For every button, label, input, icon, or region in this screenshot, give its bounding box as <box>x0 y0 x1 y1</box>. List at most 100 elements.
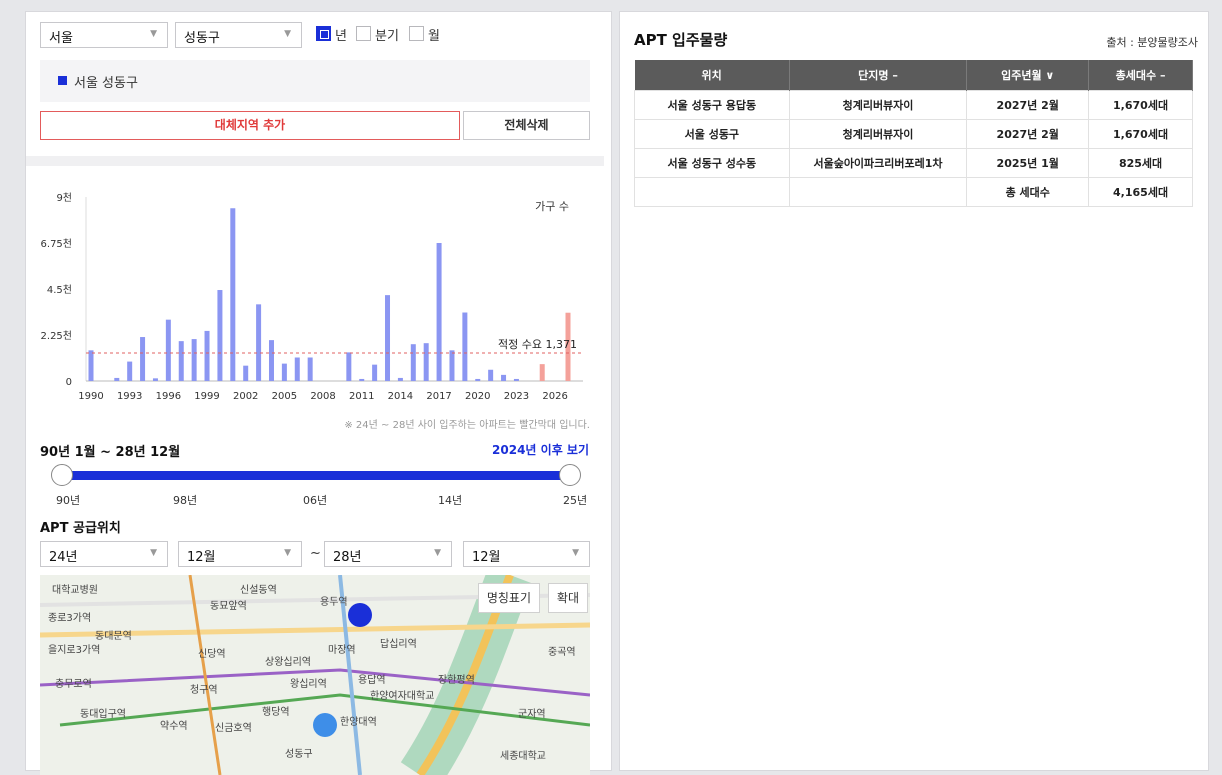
chart-bar <box>191 339 197 381</box>
x-tick-label: 2026 <box>542 391 567 402</box>
chart-bar <box>114 377 120 381</box>
col-location[interactable]: 위치 <box>634 60 790 90</box>
to-year-select[interactable]: 28년 ▼ <box>324 541 452 567</box>
map-label: 용두역 <box>320 597 348 608</box>
chevron-down-icon: ▼ <box>572 548 579 558</box>
from-year-select[interactable]: 24년 ▼ <box>40 541 168 567</box>
map-label: 동대문역 <box>95 631 132 642</box>
from-month-value: 12월 <box>187 550 216 565</box>
chart-bar <box>140 337 146 381</box>
from-month-select[interactable]: 12월 ▼ <box>178 541 302 567</box>
chart-bar <box>359 378 365 381</box>
map-label: 동대입구역 <box>80 709 126 720</box>
chart-bar <box>462 312 468 381</box>
chart-bar <box>152 378 158 381</box>
table-cell <box>634 176 790 207</box>
chart-bar <box>165 319 171 381</box>
map-label-toggle-button[interactable]: 명칭표기 <box>477 583 540 613</box>
add-region-button[interactable]: 대체지역 추가 <box>40 111 460 140</box>
city-select[interactable]: 서울 ▼ <box>40 22 168 48</box>
map-view[interactable]: 대학교병원 신설동역 용두역 종로3가역 동묘앞역 동대문역 답십리역 을지로3가역 신당역 상왕… <box>40 575 590 775</box>
y-tick-label: 0 <box>66 377 72 388</box>
chart-bar <box>488 369 494 381</box>
supply-location-title: APT 공급위치 <box>40 521 121 536</box>
range-slider-start-handle[interactable] <box>51 464 73 486</box>
x-tick-label: 2017 <box>426 391 451 402</box>
map-label: 행당역 <box>262 707 290 718</box>
range-slider-end-handle[interactable] <box>559 464 581 486</box>
table-row[interactable]: 서울 성동구 성수동 서울숲아이파크리버포레1차 2025년 1월 825세대 <box>634 147 1193 178</box>
chart-bar <box>256 304 262 381</box>
table-cell: 청계리버뷰자이 <box>788 118 968 149</box>
district-select[interactable]: 성동구 ▼ <box>175 22 302 48</box>
reference-line-label: 적정 수요 1,371 <box>498 338 577 351</box>
x-tick-label: 2002 <box>233 391 258 402</box>
x-tick-label: 2011 <box>349 391 374 402</box>
map-label: 신설동역 <box>240 585 277 596</box>
chart-legend: 가구 수 <box>535 200 569 213</box>
to-month-select[interactable]: 12월 ▼ <box>463 541 590 567</box>
map-zoom-button[interactable]: 확대 <box>547 583 588 613</box>
apt-table-body: 서울 성동구 용답동 청계리버뷰자이 2027년 2월 1,670세대 서울 성동구 청계… <box>634 89 1193 207</box>
delete-all-button[interactable]: 전체삭제 <box>463 111 590 140</box>
range-slider-track[interactable] <box>62 471 572 480</box>
table-cell: 청계리버뷰자이 <box>788 89 968 120</box>
period-quarter-checkbox[interactable] <box>356 26 371 41</box>
chart-bar <box>281 363 287 381</box>
x-tick-label: 2023 <box>504 391 529 402</box>
map-label: 약수역 <box>160 721 188 732</box>
region-color-square <box>58 76 67 85</box>
chart-bar <box>127 361 133 381</box>
chart-bar <box>449 350 455 381</box>
slider-label: 14년 <box>438 494 463 507</box>
map-label: 신금호역 <box>215 723 252 734</box>
total-label: 총 세대수 <box>966 176 1090 207</box>
map-label: 을지로3가역 <box>48 645 101 656</box>
map-label: 용답역 <box>358 675 386 686</box>
chevron-down-icon: ▼ <box>150 29 157 39</box>
x-tick-label: 2008 <box>310 391 335 402</box>
table-cell: 1,670세대 <box>1088 118 1193 149</box>
chart-bar <box>217 290 223 381</box>
period-month-checkbox[interactable] <box>409 26 424 41</box>
y-tick-label: 2.25천 <box>41 330 72 342</box>
map-label: 대학교병원 <box>52 585 98 596</box>
after-2024-link[interactable]: 2024년 이후 보기 <box>492 441 589 458</box>
table-cell: 서울 성동구 <box>634 118 790 149</box>
table-cell <box>788 176 968 207</box>
table-cell: 2027년 2월 <box>966 118 1090 149</box>
to-month-value: 12월 <box>472 550 501 565</box>
table-row[interactable]: 서울 성동구 용답동 청계리버뷰자이 2027년 2월 1,670세대 <box>634 89 1193 120</box>
table-row[interactable]: 서울 성동구 청계리버뷰자이 2027년 2월 1,670세대 <box>634 118 1193 149</box>
chart-bar <box>268 340 274 381</box>
chart-bar <box>178 341 184 381</box>
range-title: 90년 1월 ~ 28년 12월 <box>40 445 181 460</box>
map-label: 신당역 <box>198 649 226 660</box>
map-label: 성동구 <box>285 749 313 760</box>
map-label: 왕십리역 <box>290 679 327 690</box>
map-label: 충무로역 <box>55 679 92 690</box>
slider-label: 90년 <box>56 494 81 507</box>
x-tick-label: 1990 <box>78 391 103 402</box>
col-complex-name[interactable]: 단지명 – <box>789 60 968 90</box>
apt-table-header-row: 위치 단지명 – 입주년월 ∨ 총세대수 – <box>634 60 1193 90</box>
apt-table: 위치 단지명 – 입주년월 ∨ 총세대수 – 서울 성동구 용답동 청계리버뷰자이… <box>634 60 1193 207</box>
y-tick-label: 4.5천 <box>47 284 72 296</box>
slider-label: 98년 <box>173 494 198 507</box>
chart-bar <box>436 243 442 381</box>
chart-bar <box>501 374 507 381</box>
y-tick-label: 6.75천 <box>41 238 72 250</box>
table-cell: 825세대 <box>1088 147 1193 178</box>
table-cell: 2027년 2월 <box>966 89 1090 120</box>
map-label: 한양대역 <box>340 717 377 728</box>
slider-label: 06년 <box>303 494 328 507</box>
chart-bar <box>513 378 519 381</box>
table-total-row: 총 세대수 4,165세대 <box>634 176 1193 207</box>
chevron-down-icon: ▼ <box>284 29 291 39</box>
period-year-label: 년 <box>335 29 347 44</box>
chevron-down-icon: ▼ <box>284 548 291 558</box>
col-move-in-date[interactable]: 입주년월 ∨ <box>966 60 1090 90</box>
table-cell: 2025년 1월 <box>966 147 1090 178</box>
col-total-units[interactable]: 총세대수 – <box>1088 60 1193 90</box>
period-year-checkbox[interactable] <box>316 26 331 41</box>
